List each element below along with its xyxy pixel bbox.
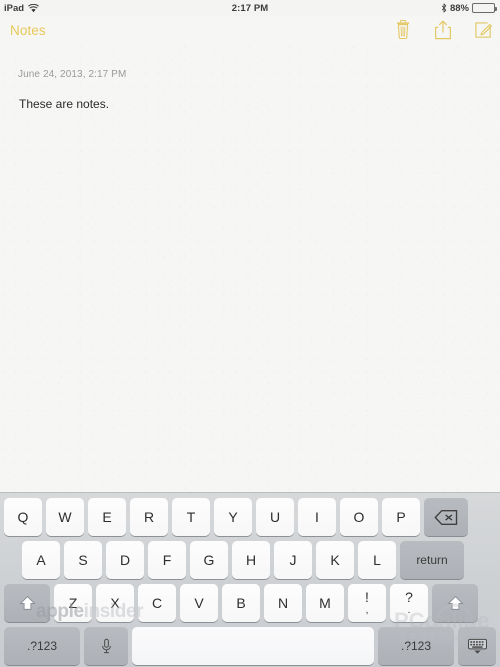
status-bar-time: 2:17 PM bbox=[231, 2, 269, 14]
keyboard-row-4: .?123 .?123 bbox=[0, 626, 500, 666]
backspace-icon[interactable] bbox=[424, 498, 468, 536]
key-numbers-right[interactable]: .?123 bbox=[378, 627, 454, 665]
key-g[interactable]: G bbox=[190, 541, 228, 579]
key-m[interactable]: M bbox=[306, 584, 344, 622]
battery-percentage: 88% bbox=[449, 2, 469, 14]
key-v[interactable]: V bbox=[180, 584, 218, 622]
key-numbers-left[interactable]: .?123 bbox=[4, 627, 80, 665]
key-n[interactable]: N bbox=[264, 584, 302, 622]
note-timestamp: June 24, 2013, 2:17 PM bbox=[18, 69, 127, 80]
shift-icon-right[interactable] bbox=[432, 584, 478, 622]
key-o[interactable]: O bbox=[340, 498, 378, 536]
notes-title-button[interactable]: Notes bbox=[10, 23, 46, 38]
keyboard-row-2: A S D F G H J K Lreturn bbox=[0, 540, 500, 580]
key-exclamation-comma[interactable]: !, bbox=[348, 584, 386, 622]
key-k[interactable]: K bbox=[316, 541, 354, 579]
onscreen-keyboard: QWERTYUIOP A S D F G H J K Lreturn Z X C V B N M!,?. .… bbox=[0, 492, 500, 667]
compose-icon[interactable] bbox=[474, 20, 492, 40]
key-r[interactable]: R bbox=[130, 498, 168, 536]
key-t[interactable]: T bbox=[172, 498, 210, 536]
key-u[interactable]: U bbox=[256, 498, 294, 536]
hide-keyboard-icon[interactable] bbox=[458, 627, 496, 665]
note-body-text[interactable]: These are notes. bbox=[19, 96, 109, 113]
trash-icon[interactable] bbox=[394, 19, 412, 40]
key-p[interactable]: P bbox=[382, 498, 420, 536]
key-l[interactable]: L bbox=[358, 541, 396, 579]
status-bar-right: 88% bbox=[441, 2, 497, 14]
bluetooth-icon bbox=[441, 3, 447, 13]
key-s[interactable]: S bbox=[64, 541, 102, 579]
key-d[interactable]: D bbox=[106, 541, 144, 579]
key-question-period[interactable]: ?. bbox=[390, 584, 428, 622]
status-bar: iPad 2:17 PM 88% bbox=[0, 0, 500, 16]
navigation-actions bbox=[394, 16, 492, 44]
key-w[interactable]: W bbox=[46, 498, 84, 536]
key-q[interactable]: Q bbox=[4, 498, 42, 536]
key-h[interactable]: H bbox=[232, 541, 270, 579]
key-i[interactable]: I bbox=[298, 498, 336, 536]
key-y[interactable]: Y bbox=[214, 498, 252, 536]
keyboard-row-3: Z X C V B N M!,?. bbox=[0, 583, 500, 623]
key-c[interactable]: C bbox=[138, 584, 176, 622]
key-space[interactable] bbox=[132, 627, 374, 665]
share-icon[interactable] bbox=[434, 20, 452, 40]
key-j[interactable]: J bbox=[274, 541, 312, 579]
key-b[interactable]: B bbox=[222, 584, 260, 622]
battery-icon bbox=[472, 3, 497, 13]
microphone-icon[interactable] bbox=[84, 627, 128, 665]
shift-icon-left[interactable] bbox=[4, 584, 50, 622]
key-return[interactable]: return bbox=[400, 541, 464, 579]
key-x[interactable]: X bbox=[96, 584, 134, 622]
keyboard-row-1: QWERTYUIOP bbox=[0, 497, 500, 537]
key-a[interactable]: A bbox=[22, 541, 60, 579]
note-content-area[interactable]: June 24, 2013, 2:17 PM These are notes. bbox=[0, 44, 500, 492]
key-e[interactable]: E bbox=[88, 498, 126, 536]
key-f[interactable]: F bbox=[148, 541, 186, 579]
navigation-bar: Notes bbox=[0, 16, 500, 44]
ipad-notes-screen: iPad 2:17 PM 88% Notes June 24, 2013, 2:… bbox=[0, 0, 500, 667]
key-z[interactable]: Z bbox=[54, 584, 92, 622]
